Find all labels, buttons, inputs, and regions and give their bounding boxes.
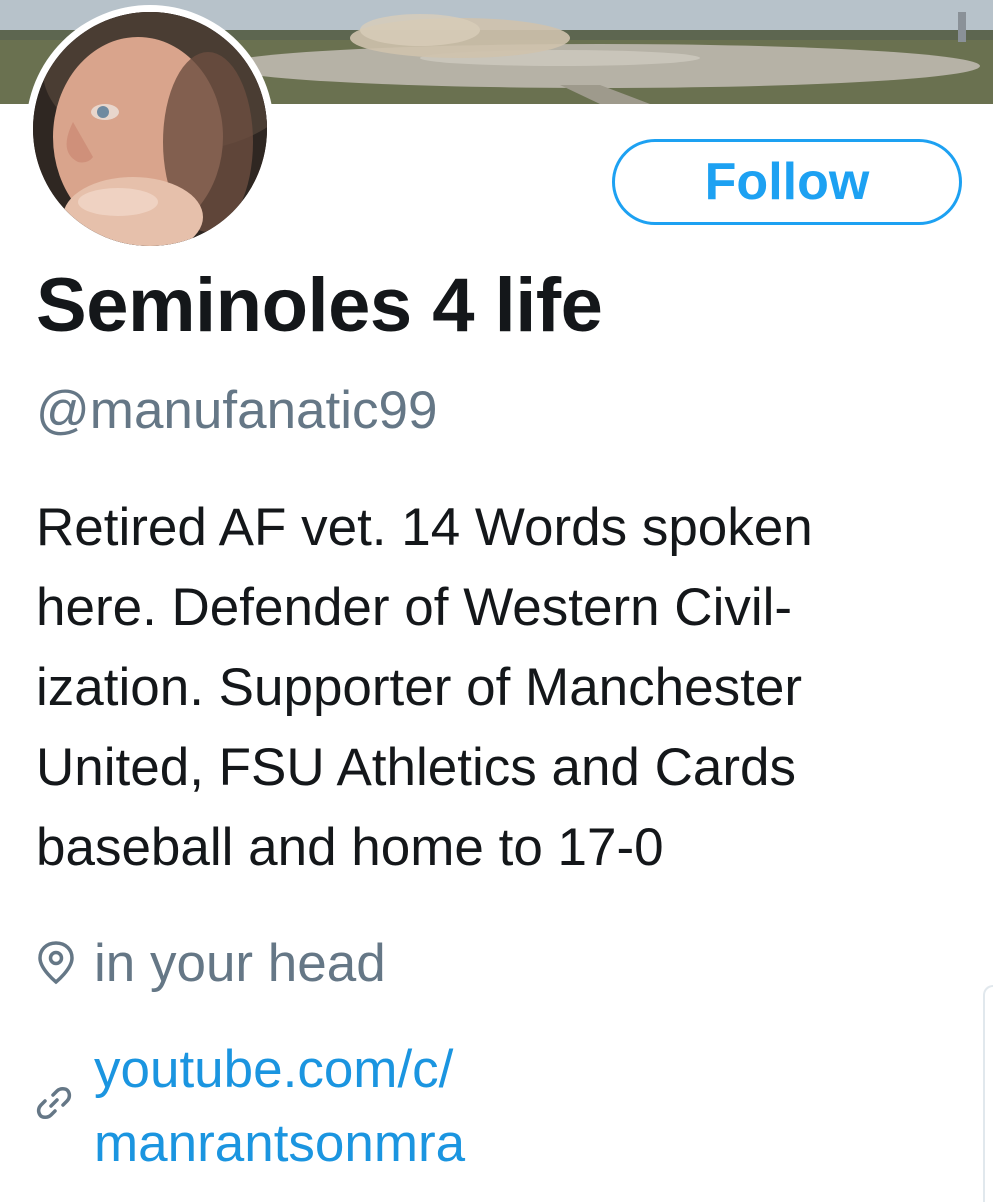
location-text: in your head — [94, 933, 386, 993]
profile-url-link[interactable]: youtube.com/c/ manrantsonmra — [94, 1033, 465, 1181]
avatar[interactable] — [33, 12, 267, 246]
display-name: Seminoles 4 life — [36, 263, 603, 348]
bio-line: ization. Supporter of Manchester — [36, 658, 802, 717]
bio-line: baseball and home to 17-0 — [36, 818, 664, 877]
link-icon — [36, 1085, 72, 1121]
handle: @manufanatic99 — [36, 381, 438, 440]
bio-line: here. Defender of Western Civil- — [36, 578, 793, 637]
adjacent-card-edge — [983, 985, 993, 1202]
bio-line: Retired AF vet. 14 Words spoken — [36, 498, 813, 557]
location: in your head — [36, 928, 386, 998]
follow-button[interactable]: Follow — [612, 139, 962, 225]
bio-line: United, FSU Athletics and Cards — [36, 738, 797, 797]
map-pin-icon — [36, 940, 76, 986]
url-line[interactable]: youtube.com/c/ — [94, 1033, 465, 1107]
bio: Retired AF vet. 14 Words spoken here. De… — [36, 488, 976, 888]
url-line[interactable]: manrantsonmra — [94, 1107, 465, 1181]
